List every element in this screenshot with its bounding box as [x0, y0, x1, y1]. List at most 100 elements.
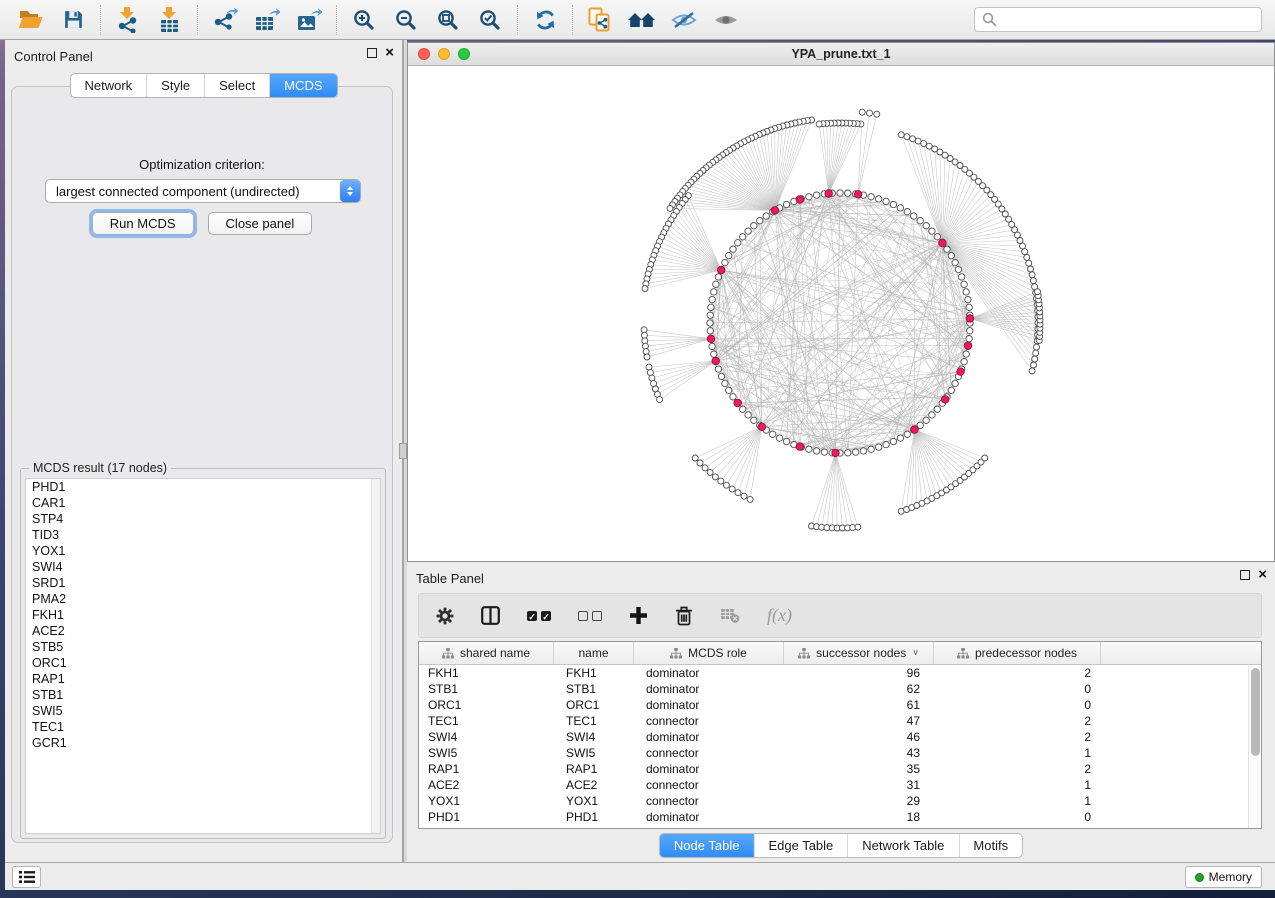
network-node[interactable] — [707, 320, 713, 326]
mcds-result-list[interactable]: PHD1CAR1STP4TID3YOX1SWI4SRD1PMA2FKH1ACE2… — [25, 478, 381, 834]
network-node[interactable] — [923, 223, 929, 229]
network-node[interactable] — [707, 328, 713, 334]
network-node[interactable] — [855, 524, 861, 530]
column-header-shared-name[interactable]: shared name — [419, 642, 554, 664]
network-node[interactable] — [657, 397, 663, 403]
network-hub-node[interactable] — [758, 423, 766, 431]
network-hub-node[interactable] — [707, 335, 715, 343]
network-hub-node[interactable] — [825, 190, 833, 198]
network-hub-node[interactable] — [966, 315, 974, 323]
mcds-result-item[interactable]: SWI5 — [26, 703, 380, 719]
network-node[interactable] — [722, 259, 728, 265]
network-hub-node[interactable] — [957, 368, 965, 376]
tab-style[interactable]: Style — [146, 74, 204, 97]
memory-button[interactable]: Memory — [1185, 866, 1262, 888]
network-node[interactable] — [821, 449, 827, 455]
float-table-panel-icon[interactable] — [1240, 570, 1250, 580]
network-node[interactable] — [707, 469, 713, 475]
network-node[interactable] — [735, 240, 741, 246]
run-mcds-button[interactable]: Run MCDS — [92, 212, 194, 235]
table-row[interactable]: SWI5SWI5connector431 — [419, 745, 1261, 761]
add-column-icon[interactable] — [629, 606, 648, 625]
zoom-window-light[interactable] — [458, 48, 470, 60]
close-panel-icon[interactable]: × — [385, 48, 394, 58]
network-node[interactable] — [961, 359, 967, 365]
network-node[interactable] — [897, 205, 903, 211]
network-node[interactable] — [890, 201, 896, 207]
network-node[interactable] — [923, 417, 929, 423]
network-node[interactable] — [730, 394, 736, 400]
network-node[interactable] — [735, 490, 741, 496]
network-hub-node[interactable] — [796, 443, 804, 451]
tab-network-table[interactable]: Network Table — [847, 834, 958, 857]
network-node[interactable] — [783, 438, 789, 444]
network-node[interactable] — [642, 286, 648, 292]
network-hub-node[interactable] — [911, 426, 919, 434]
save-session-icon[interactable] — [52, 3, 94, 37]
network-node[interactable] — [860, 448, 866, 454]
network-hub-node[interactable] — [854, 191, 862, 199]
network-node[interactable] — [747, 496, 753, 502]
network-node[interactable] — [883, 198, 889, 204]
refresh-view-icon[interactable] — [524, 3, 566, 37]
network-node[interactable] — [740, 406, 746, 412]
network-node[interactable] — [1029, 368, 1035, 374]
network-hub-node[interactable] — [796, 196, 804, 204]
network-node[interactable] — [876, 196, 882, 202]
network-node[interactable] — [730, 246, 736, 252]
table-row[interactable]: SWI4SWI4dominator462 — [419, 729, 1261, 745]
network-node[interactable] — [948, 387, 954, 393]
column-header-name[interactable]: name — [554, 642, 634, 664]
network-window-titlebar[interactable]: YPA_prune.txt_1 — [408, 43, 1274, 66]
network-node[interactable] — [647, 370, 653, 376]
network-node[interactable] — [1033, 350, 1039, 356]
zoom-out-icon[interactable] — [385, 3, 427, 37]
mcds-result-item[interactable]: STB5 — [26, 639, 380, 655]
show-all-eye-icon[interactable] — [705, 3, 747, 37]
network-node[interactable] — [917, 218, 923, 224]
network-node[interactable] — [897, 435, 903, 441]
open-session-icon[interactable] — [10, 3, 52, 37]
network-node[interactable] — [709, 296, 715, 302]
close-table-panel-icon[interactable]: × — [1258, 570, 1267, 580]
network-node[interactable] — [726, 253, 732, 259]
network-node[interactable] — [1020, 243, 1026, 249]
tab-mcds[interactable]: MCDS — [269, 74, 336, 97]
network-node[interactable] — [934, 406, 940, 412]
network-hub-node[interactable] — [832, 449, 840, 457]
network-node[interactable] — [898, 132, 904, 138]
network-node[interactable] — [806, 194, 812, 200]
network-hub-node[interactable] — [939, 239, 947, 247]
network-node[interactable] — [1026, 260, 1032, 266]
network-node[interactable] — [718, 478, 724, 484]
network-node[interactable] — [845, 450, 851, 456]
network-node[interactable] — [1028, 266, 1034, 272]
float-panel-icon[interactable] — [367, 48, 377, 58]
network-node[interactable] — [966, 336, 972, 342]
network-node[interactable] — [1034, 344, 1040, 350]
network-node[interactable] — [757, 218, 763, 224]
network-node[interactable] — [711, 351, 717, 357]
table-scrollbar-thumb[interactable] — [1251, 668, 1260, 756]
mcds-result-item[interactable]: TID3 — [26, 527, 380, 543]
table-row[interactable]: RAP1RAP1dominator352 — [419, 761, 1261, 777]
minimize-window-light[interactable] — [438, 48, 450, 60]
table-row[interactable]: TEC1TEC1connector472 — [419, 713, 1261, 729]
table-row[interactable]: STB1STB1dominator620 — [419, 681, 1261, 697]
network-node[interactable] — [904, 134, 910, 140]
mcds-result-item[interactable]: YOX1 — [26, 543, 380, 559]
network-hub-node[interactable] — [771, 207, 779, 215]
network-node[interactable] — [904, 431, 910, 437]
network-node[interactable] — [1022, 249, 1028, 255]
network-node[interactable] — [745, 412, 751, 418]
network-node[interactable] — [751, 417, 757, 423]
network-node[interactable] — [715, 366, 721, 372]
network-node[interactable] — [868, 194, 874, 200]
mcds-result-item[interactable]: RAP1 — [26, 671, 380, 687]
network-node[interactable] — [745, 228, 751, 234]
network-node[interactable] — [1035, 289, 1041, 295]
network-node[interactable] — [718, 373, 724, 379]
network-node[interactable] — [867, 110, 873, 116]
network-node[interactable] — [890, 438, 896, 444]
network-node[interactable] — [1032, 356, 1038, 362]
